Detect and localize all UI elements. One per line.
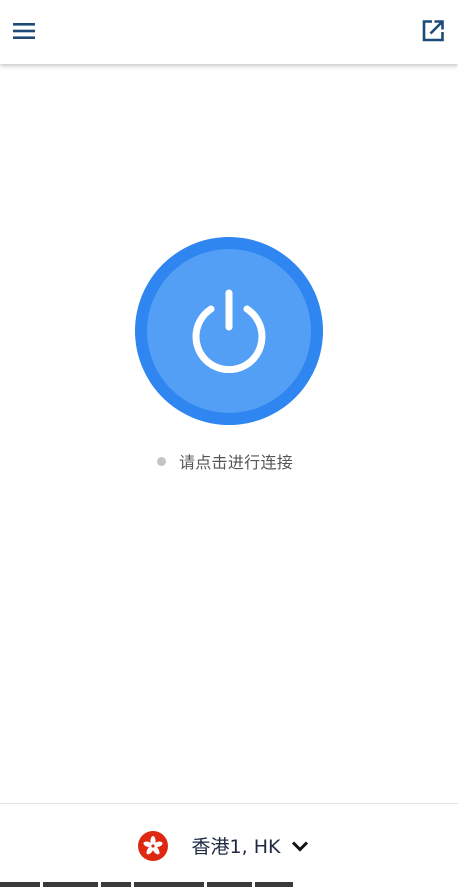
menu-button[interactable] (12, 18, 38, 44)
connect-power-button[interactable] (135, 237, 323, 425)
open-external-button[interactable] (420, 18, 446, 44)
server-selector[interactable]: 香港1, HK (0, 804, 458, 887)
hong-kong-flag-icon (137, 830, 168, 861)
status-text: 请点击进行连接 (178, 453, 294, 472)
server-name: 香港1, HK (191, 836, 281, 858)
power-icon (192, 289, 266, 373)
app-root: 请点击进行连接 香港1, HK (0, 0, 458, 887)
status-indicator-dot (156, 456, 166, 466)
chevron-down-icon (292, 840, 309, 852)
connection-status: 请点击进行连接 (0, 450, 458, 472)
hamburger-menu-icon (13, 23, 35, 39)
cropped-bottom-text (0, 882, 458, 887)
open-external-icon (422, 20, 444, 42)
top-app-bar (0, 0, 458, 64)
